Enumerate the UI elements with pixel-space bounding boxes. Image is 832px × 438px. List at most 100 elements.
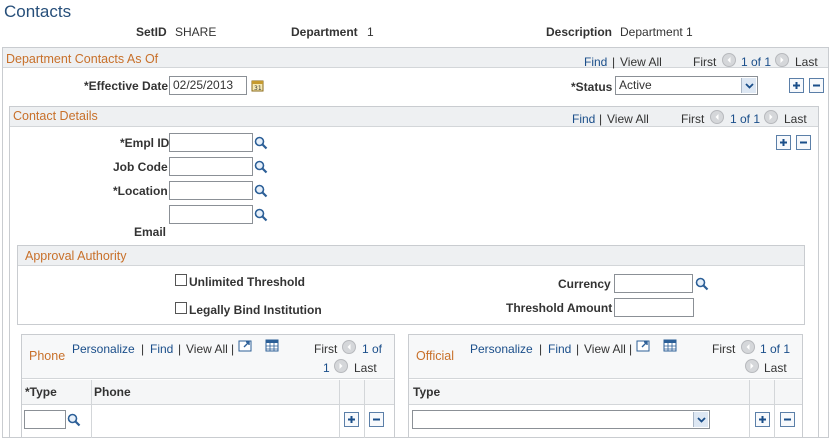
legally-bind-label: Legally Bind Institution bbox=[189, 303, 322, 317]
dept-range: 1 of 1 bbox=[741, 55, 772, 69]
magnifier-icon[interactable] bbox=[254, 160, 268, 177]
unlimited-threshold-checkbox[interactable] bbox=[175, 274, 187, 286]
description-value: Department 1 bbox=[620, 25, 693, 39]
location-label: *Location bbox=[113, 184, 168, 198]
svg-text:31: 31 bbox=[254, 85, 262, 92]
status-label: *Status bbox=[571, 80, 613, 94]
minus-icon bbox=[784, 418, 791, 421]
phone-find-link[interactable]: Find bbox=[150, 342, 173, 356]
plus-icon bbox=[793, 82, 800, 89]
official-add-row-button[interactable] bbox=[755, 412, 770, 427]
right-arrow-icon[interactable] bbox=[334, 359, 348, 373]
zoom-icon[interactable] bbox=[238, 339, 253, 355]
phone-col-divider-2 bbox=[339, 380, 340, 438]
phone-col-type: *Type bbox=[25, 385, 57, 399]
phone-personalize-link[interactable]: Personalize bbox=[72, 342, 135, 356]
empl-id-field[interactable] bbox=[169, 133, 253, 152]
contact-first-label: First bbox=[681, 112, 705, 126]
official-sep-2: | bbox=[576, 342, 580, 356]
dept-find-link[interactable]: Find bbox=[584, 55, 607, 69]
plus-icon bbox=[759, 416, 766, 423]
official-view-all-link[interactable]: View All bbox=[584, 342, 626, 356]
unlimited-threshold-label: Unlimited Threshold bbox=[189, 275, 306, 289]
official-find-link[interactable]: Find bbox=[548, 342, 571, 356]
phone-type-field[interactable] bbox=[24, 410, 66, 429]
phone-add-row-button[interactable] bbox=[344, 412, 359, 427]
setid-value: SHARE bbox=[175, 25, 217, 39]
dept-view-all-link[interactable]: View All bbox=[620, 55, 662, 69]
chevron-down-icon[interactable] bbox=[741, 78, 756, 93]
official-col-type: Type bbox=[413, 385, 441, 399]
official-personalize-link[interactable]: Personalize bbox=[470, 342, 533, 356]
phone-last-label: Last bbox=[354, 361, 377, 375]
description-label: Description bbox=[546, 25, 613, 39]
official-range: 1 of 1 bbox=[760, 342, 791, 356]
email-label: Email bbox=[134, 225, 167, 239]
contact-details-title: Contact Details bbox=[13, 109, 98, 123]
page-title: Contacts bbox=[4, 2, 72, 21]
dept-first-label: First bbox=[693, 55, 717, 69]
phone-col-phone: Phone bbox=[94, 385, 131, 399]
status-selected-value: Active bbox=[619, 78, 652, 92]
contact-find-link[interactable]: Find bbox=[572, 112, 595, 126]
plus-icon bbox=[348, 416, 355, 423]
location-field[interactable] bbox=[169, 181, 253, 200]
phone-view-all-link[interactable]: View All bbox=[186, 342, 228, 356]
magnifier-icon[interactable] bbox=[254, 184, 268, 201]
right-arrow-icon[interactable] bbox=[745, 359, 759, 373]
job-code-label: Job Code bbox=[113, 160, 168, 174]
official-grid-title: Official bbox=[416, 349, 454, 363]
legally-bind-checkbox[interactable] bbox=[175, 302, 187, 314]
phone-grid-title: Phone bbox=[29, 349, 66, 363]
official-col-divider-2 bbox=[774, 380, 775, 438]
official-delete-row-button[interactable] bbox=[780, 412, 795, 427]
phone-delete-row-button[interactable] bbox=[369, 412, 384, 427]
approval-authority-title: Approval Authority bbox=[25, 249, 127, 263]
department-contacts-title: Department Contacts As Of bbox=[6, 52, 159, 66]
contact-add-row-button[interactable] bbox=[776, 135, 791, 150]
department-value: 1 bbox=[367, 25, 374, 39]
left-arrow-icon[interactable] bbox=[741, 340, 755, 354]
currency-field[interactable] bbox=[614, 274, 693, 293]
email-field[interactable] bbox=[169, 205, 253, 224]
chevron-down-icon[interactable] bbox=[693, 412, 708, 427]
dept-delete-row-button[interactable] bbox=[809, 78, 824, 93]
job-code-field[interactable] bbox=[169, 157, 253, 176]
dept-nav-separator: | bbox=[612, 55, 616, 69]
official-sep-1: | bbox=[539, 342, 543, 356]
threshold-amount-field[interactable] bbox=[614, 298, 694, 317]
contact-last-label: Last bbox=[784, 112, 807, 126]
contact-view-all-link[interactable]: View All bbox=[607, 112, 649, 126]
download-icon[interactable] bbox=[663, 339, 677, 355]
empl-id-label: *Empl ID bbox=[120, 136, 170, 150]
download-icon[interactable] bbox=[265, 339, 279, 355]
official-col-divider-1 bbox=[749, 380, 750, 438]
contact-nav-separator: | bbox=[599, 112, 603, 126]
left-arrow-icon[interactable] bbox=[722, 53, 736, 67]
right-arrow-icon[interactable] bbox=[764, 110, 778, 124]
left-arrow-icon[interactable] bbox=[710, 110, 724, 124]
official-last-label: Last bbox=[764, 361, 787, 375]
calendar-icon[interactable]: 31 bbox=[251, 79, 265, 93]
phone-col-divider-3 bbox=[364, 380, 365, 438]
zoom-icon[interactable] bbox=[636, 339, 651, 355]
magnifier-icon[interactable] bbox=[67, 413, 81, 430]
left-arrow-icon[interactable] bbox=[342, 340, 356, 354]
contact-delete-row-button[interactable] bbox=[796, 135, 811, 150]
right-arrow-icon[interactable] bbox=[775, 53, 789, 67]
magnifier-icon[interactable] bbox=[254, 136, 268, 153]
magnifier-icon[interactable] bbox=[695, 277, 709, 294]
contact-range: 1 of 1 bbox=[730, 112, 761, 126]
phone-range-b: 1 bbox=[323, 361, 330, 375]
phone-range-a: 1 of bbox=[362, 342, 383, 356]
dept-add-row-button[interactable] bbox=[789, 78, 804, 93]
effective-date-field[interactable]: 02/25/2013 bbox=[169, 76, 247, 95]
official-sep-3: | bbox=[629, 342, 633, 356]
setid-label: SetID bbox=[136, 25, 167, 39]
minus-icon bbox=[813, 84, 820, 87]
official-column-header-row bbox=[409, 380, 802, 405]
official-type-select[interactable] bbox=[412, 410, 710, 429]
status-select[interactable]: Active bbox=[615, 76, 758, 95]
official-first-label: First bbox=[712, 342, 736, 356]
magnifier-icon[interactable] bbox=[254, 208, 268, 225]
